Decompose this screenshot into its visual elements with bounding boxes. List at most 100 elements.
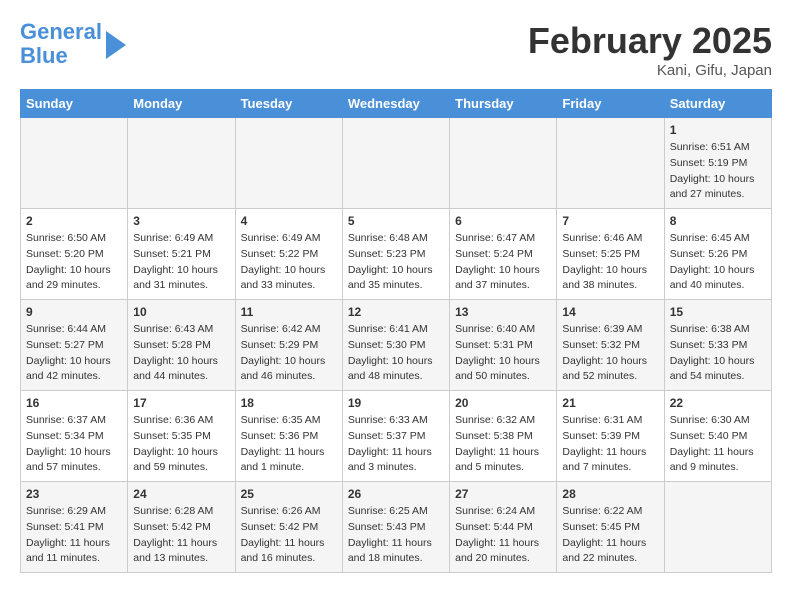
day-number: 27: [455, 487, 551, 501]
day-info: Sunrise: 6:30 AM Sunset: 5:40 PM Dayligh…: [670, 413, 766, 476]
calendar-week-row: 16 Sunrise: 6:37 AM Sunset: 5:34 PM Dayli…: [21, 391, 772, 482]
day-info: Sunrise: 6:48 AM Sunset: 5:23 PM Dayligh…: [348, 231, 444, 294]
day-number: 28: [562, 487, 658, 501]
day-number: 5: [348, 214, 444, 228]
calendar-cell: 15 Sunrise: 6:38 AM Sunset: 5:33 PM Dayli…: [664, 300, 771, 391]
logo-text: General Blue: [20, 20, 102, 68]
calendar-cell: 18 Sunrise: 6:35 AM Sunset: 5:36 PM Dayli…: [235, 391, 342, 482]
day-info: Sunrise: 6:40 AM Sunset: 5:31 PM Dayligh…: [455, 322, 551, 385]
title-block: February 2025 Kani, Gifu, Japan: [528, 20, 772, 79]
location: Kani, Gifu, Japan: [528, 62, 772, 79]
calendar-cell: [342, 118, 449, 209]
day-number: 25: [241, 487, 337, 501]
calendar-week-row: 2 Sunrise: 6:50 AM Sunset: 5:20 PM Daylig…: [21, 209, 772, 300]
day-info: Sunrise: 6:35 AM Sunset: 5:36 PM Dayligh…: [241, 413, 337, 476]
day-number: 11: [241, 305, 337, 319]
day-number: 12: [348, 305, 444, 319]
day-number: 9: [26, 305, 122, 319]
day-info: Sunrise: 6:22 AM Sunset: 5:45 PM Dayligh…: [562, 504, 658, 567]
calendar-cell: [235, 118, 342, 209]
day-number: 13: [455, 305, 551, 319]
calendar-cell: 26Sunrise: 6:25 AM Sunset: 5:43 PM Dayli…: [342, 482, 449, 573]
day-number: 18: [241, 396, 337, 410]
calendar-cell: 14Sunrise: 6:39 AM Sunset: 5:32 PM Dayli…: [557, 300, 664, 391]
weekday-header-wednesday: Wednesday: [342, 90, 449, 118]
calendar-cell: 25 Sunrise: 6:26 AM Sunset: 5:42 PM Dayli…: [235, 482, 342, 573]
calendar-week-row: 9 Sunrise: 6:44 AM Sunset: 5:27 PM Daylig…: [21, 300, 772, 391]
calendar-table: SundayMondayTuesdayWednesdayThursdayFrid…: [20, 89, 772, 573]
day-info: Sunrise: 6:49 AM Sunset: 5:21 PM Dayligh…: [133, 231, 229, 294]
calendar-cell: 28 Sunrise: 6:22 AM Sunset: 5:45 PM Dayli…: [557, 482, 664, 573]
day-info: Sunrise: 6:51 AM Sunset: 5:19 PM Dayligh…: [670, 140, 766, 203]
day-number: 22: [670, 396, 766, 410]
day-info: Sunrise: 6:29 AM Sunset: 5:41 PM Dayligh…: [26, 504, 122, 567]
calendar-cell: 1 Sunrise: 6:51 AM Sunset: 5:19 PM Daylig…: [664, 118, 771, 209]
day-info: Sunrise: 6:31 AM Sunset: 5:39 PM Dayligh…: [562, 413, 658, 476]
calendar-cell: 23Sunrise: 6:29 AM Sunset: 5:41 PM Dayli…: [21, 482, 128, 573]
day-number: 6: [455, 214, 551, 228]
day-info: Sunrise: 6:32 AM Sunset: 5:38 PM Dayligh…: [455, 413, 551, 476]
logo-blue: Blue: [20, 43, 68, 68]
day-number: 19: [348, 396, 444, 410]
day-number: 3: [133, 214, 229, 228]
calendar-cell: [21, 118, 128, 209]
calendar-cell: 24 Sunrise: 6:28 AM Sunset: 5:42 PM Dayli…: [128, 482, 235, 573]
calendar-cell: 19 Sunrise: 6:33 AM Sunset: 5:37 PM Dayli…: [342, 391, 449, 482]
calendar-cell: 13 Sunrise: 6:40 AM Sunset: 5:31 PM Dayli…: [450, 300, 557, 391]
day-number: 1: [670, 123, 766, 137]
logo-general: General: [20, 19, 102, 44]
day-number: 7: [562, 214, 658, 228]
day-number: 24: [133, 487, 229, 501]
day-number: 21: [562, 396, 658, 410]
calendar-cell: 6 Sunrise: 6:47 AM Sunset: 5:24 PM Daylig…: [450, 209, 557, 300]
day-info: Sunrise: 6:28 AM Sunset: 5:42 PM Dayligh…: [133, 504, 229, 567]
calendar-header: SundayMondayTuesdayWednesdayThursdayFrid…: [21, 90, 772, 118]
day-info: Sunrise: 6:49 AM Sunset: 5:22 PM Dayligh…: [241, 231, 337, 294]
calendar-cell: 27 Sunrise: 6:24 AM Sunset: 5:44 PM Dayli…: [450, 482, 557, 573]
calendar-cell: 4 Sunrise: 6:49 AM Sunset: 5:22 PM Daylig…: [235, 209, 342, 300]
calendar-cell: 10 Sunrise: 6:43 AM Sunset: 5:28 PM Dayli…: [128, 300, 235, 391]
calendar-cell: [557, 118, 664, 209]
day-number: 2: [26, 214, 122, 228]
day-number: 4: [241, 214, 337, 228]
calendar-cell: 7 Sunrise: 6:46 AM Sunset: 5:25 PM Daylig…: [557, 209, 664, 300]
calendar-cell: 3 Sunrise: 6:49 AM Sunset: 5:21 PM Daylig…: [128, 209, 235, 300]
calendar-week-row: 1 Sunrise: 6:51 AM Sunset: 5:19 PM Daylig…: [21, 118, 772, 209]
day-info: Sunrise: 6:45 AM Sunset: 5:26 PM Dayligh…: [670, 231, 766, 294]
day-number: 20: [455, 396, 551, 410]
page-header: General Blue February 2025 Kani, Gifu, J…: [20, 20, 772, 79]
calendar-cell: 8 Sunrise: 6:45 AM Sunset: 5:26 PM Daylig…: [664, 209, 771, 300]
day-number: 17: [133, 396, 229, 410]
calendar-cell: 9 Sunrise: 6:44 AM Sunset: 5:27 PM Daylig…: [21, 300, 128, 391]
calendar-cell: 2 Sunrise: 6:50 AM Sunset: 5:20 PM Daylig…: [21, 209, 128, 300]
weekday-header-sunday: Sunday: [21, 90, 128, 118]
day-number: 8: [670, 214, 766, 228]
calendar-cell: [664, 482, 771, 573]
day-number: 10: [133, 305, 229, 319]
day-number: 16: [26, 396, 122, 410]
day-info: Sunrise: 6:33 AM Sunset: 5:37 PM Dayligh…: [348, 413, 444, 476]
calendar-cell: 11Sunrise: 6:42 AM Sunset: 5:29 PM Dayli…: [235, 300, 342, 391]
logo-arrow-icon: [106, 31, 126, 59]
calendar-cell: 12 Sunrise: 6:41 AM Sunset: 5:30 PM Dayli…: [342, 300, 449, 391]
day-info: Sunrise: 6:26 AM Sunset: 5:42 PM Dayligh…: [241, 504, 337, 567]
day-info: Sunrise: 6:38 AM Sunset: 5:33 PM Dayligh…: [670, 322, 766, 385]
day-info: Sunrise: 6:44 AM Sunset: 5:27 PM Dayligh…: [26, 322, 122, 385]
day-number: 26: [348, 487, 444, 501]
day-info: Sunrise: 6:24 AM Sunset: 5:44 PM Dayligh…: [455, 504, 551, 567]
calendar-cell: 5 Sunrise: 6:48 AM Sunset: 5:23 PM Daylig…: [342, 209, 449, 300]
calendar-cell: [450, 118, 557, 209]
weekday-header-row: SundayMondayTuesdayWednesdayThursdayFrid…: [21, 90, 772, 118]
day-info: Sunrise: 6:47 AM Sunset: 5:24 PM Dayligh…: [455, 231, 551, 294]
day-info: Sunrise: 6:43 AM Sunset: 5:28 PM Dayligh…: [133, 322, 229, 385]
calendar-cell: 17Sunrise: 6:36 AM Sunset: 5:35 PM Dayli…: [128, 391, 235, 482]
weekday-header-friday: Friday: [557, 90, 664, 118]
day-number: 15: [670, 305, 766, 319]
day-info: Sunrise: 6:41 AM Sunset: 5:30 PM Dayligh…: [348, 322, 444, 385]
day-info: Sunrise: 6:50 AM Sunset: 5:20 PM Dayligh…: [26, 231, 122, 294]
calendar-cell: 16 Sunrise: 6:37 AM Sunset: 5:34 PM Dayli…: [21, 391, 128, 482]
day-info: Sunrise: 6:37 AM Sunset: 5:34 PM Dayligh…: [26, 413, 122, 476]
calendar-cell: 20 Sunrise: 6:32 AM Sunset: 5:38 PM Dayli…: [450, 391, 557, 482]
day-info: Sunrise: 6:46 AM Sunset: 5:25 PM Dayligh…: [562, 231, 658, 294]
calendar-week-row: 23Sunrise: 6:29 AM Sunset: 5:41 PM Dayli…: [21, 482, 772, 573]
